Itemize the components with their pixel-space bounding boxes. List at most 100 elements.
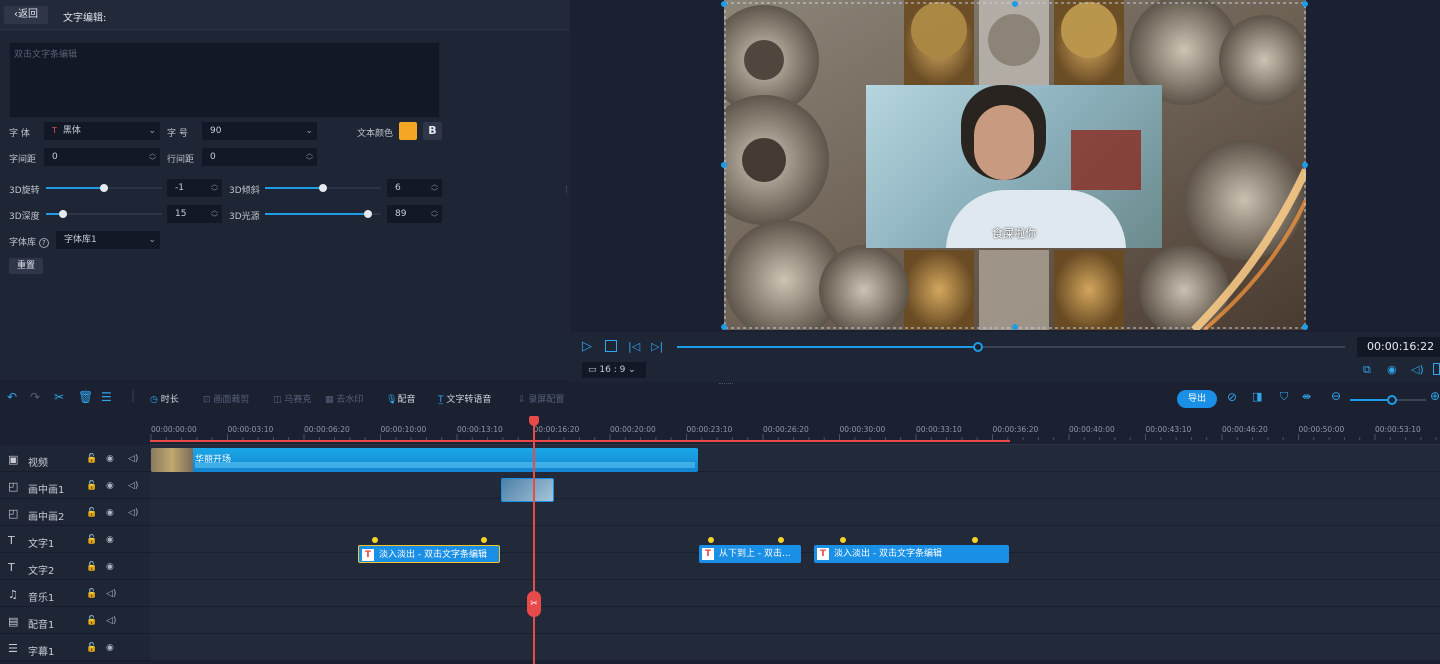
lock-icon[interactable]: 🔓 xyxy=(86,508,97,518)
stepper-icon[interactable]: ︿ ﹀ xyxy=(149,149,156,165)
font-select[interactable]: T 黑体 ⌄ xyxy=(44,122,160,140)
stepper-icon[interactable]: ︿ ﹀ xyxy=(211,180,218,196)
keyframe-marker[interactable] xyxy=(840,537,846,543)
light-input[interactable]: 89 ︿ ﹀ xyxy=(387,205,442,223)
speaker-icon[interactable]: ◁) xyxy=(128,481,138,491)
help-icon[interactable]: ? xyxy=(38,238,49,248)
play-icon[interactable]: ▷ xyxy=(582,339,592,354)
horizontal-splitter[interactable] xyxy=(719,383,733,385)
pip-video-frame[interactable]: 食屎啦你 xyxy=(866,85,1162,248)
zoom-fit-icon[interactable]: ⊘ xyxy=(1227,390,1237,404)
dubbing-button[interactable]: 🎙配音 xyxy=(386,392,415,405)
track-row[interactable] xyxy=(150,499,1440,526)
speaker-icon[interactable]: ◁) xyxy=(128,454,138,464)
text-clip-3[interactable]: T 淡入淡出 - 双击文字条编辑 xyxy=(814,545,1009,563)
rotate-slider[interactable] xyxy=(46,184,162,192)
text-color-swatch[interactable] xyxy=(399,122,417,140)
keyframe-marker[interactable] xyxy=(708,537,714,543)
depth-slider[interactable] xyxy=(46,210,162,218)
keyframe-marker[interactable] xyxy=(372,537,378,543)
crop-button[interactable]: ⊡ 画面裁剪 xyxy=(203,392,249,405)
lock-icon[interactable]: 🔓 xyxy=(86,616,97,626)
reset-button[interactable]: 重置 xyxy=(9,258,43,274)
eye-icon[interactable]: ◉ xyxy=(106,454,114,464)
speaker-icon[interactable]: ◁) xyxy=(128,508,138,518)
lock-icon[interactable]: 🔓 xyxy=(86,535,97,545)
char-spacing-input[interactable]: 0 ︿ ﹀ xyxy=(44,148,160,166)
lock-icon[interactable]: 🔓 xyxy=(86,589,97,599)
resize-handle[interactable] xyxy=(1302,324,1308,330)
speaker-icon[interactable]: ◁) xyxy=(106,589,116,599)
back-button[interactable]: ‹返回 xyxy=(4,6,48,24)
stepper-icon[interactable]: ︿ ﹀ xyxy=(211,206,218,222)
lock-icon[interactable]: 🔓 xyxy=(86,481,97,491)
export-button[interactable]: 导出 xyxy=(1177,390,1217,408)
eye-icon[interactable]: ◉ xyxy=(106,481,114,491)
seek-knob[interactable] xyxy=(972,342,983,352)
line-spacing-input[interactable]: 0 ︿ ﹀ xyxy=(202,148,317,166)
tilt-slider[interactable] xyxy=(265,184,381,192)
aspect-select[interactable]: ▭ 16 : 9 ⌄ xyxy=(582,362,646,378)
marker-icon[interactable]: ⛉ xyxy=(1280,390,1288,404)
stepper-icon[interactable]: ︿ ﹀ xyxy=(431,206,438,222)
resize-handle[interactable] xyxy=(721,1,727,7)
track-row[interactable] xyxy=(150,607,1440,634)
slider-knob[interactable] xyxy=(100,184,108,192)
snapshot-settings-icon[interactable]: ⧉ xyxy=(1363,363,1371,377)
stop-icon[interactable] xyxy=(605,340,617,352)
depth-input[interactable]: 15 ︿ ﹀ xyxy=(167,205,222,223)
next-frame-icon[interactable]: ▷| xyxy=(651,340,663,353)
duration-button[interactable]: ◷ 时长 xyxy=(150,392,179,405)
speaker-icon[interactable]: ◁) xyxy=(106,616,116,626)
bold-button[interactable]: B xyxy=(423,122,442,140)
stepper-icon[interactable]: ︿ ﹀ xyxy=(431,180,438,196)
stepper-icon[interactable]: ︿ ﹀ xyxy=(306,149,313,165)
tilt-input[interactable]: 6 ︿ ﹀ xyxy=(387,179,442,197)
prev-frame-icon[interactable]: |◁ xyxy=(628,340,640,353)
adjust-icon[interactable]: ☰ xyxy=(101,390,112,404)
camera-icon[interactable]: ◉ xyxy=(1387,363,1397,376)
redo-icon[interactable]: ↷ xyxy=(30,390,40,404)
undo-icon[interactable]: ↶ xyxy=(7,390,17,404)
zoom-in-icon[interactable]: ⊕ xyxy=(1430,389,1440,403)
eye-icon[interactable]: ◉ xyxy=(106,643,114,653)
watermark-button[interactable]: ▦ 去水印 xyxy=(325,392,363,405)
eye-icon[interactable]: ◉ xyxy=(106,508,114,518)
split-scissors-icon[interactable]: ✂ xyxy=(527,591,541,617)
resize-handle[interactable] xyxy=(1302,162,1308,168)
resize-handle[interactable] xyxy=(1302,1,1308,7)
keyframe-marker[interactable] xyxy=(778,537,784,543)
resize-handle[interactable] xyxy=(721,162,727,168)
zoom-slider[interactable] xyxy=(1350,395,1426,405)
pip-clip[interactable] xyxy=(501,478,554,502)
slider-knob[interactable] xyxy=(364,210,373,218)
volume-icon[interactable]: ◁) xyxy=(1411,363,1424,376)
eye-icon[interactable]: ◉ xyxy=(106,535,114,545)
mosaic-button[interactable]: ◫ 马赛克 xyxy=(273,392,311,405)
eye-icon[interactable]: ◉ xyxy=(106,562,114,572)
time-ruler[interactable]: 00:00:00:00 00:00:03:10 00:00:06:20 00:00:1… xyxy=(150,416,1440,444)
panel-splitter[interactable] xyxy=(566,186,568,194)
seek-bar[interactable] xyxy=(677,342,1345,352)
video-clip[interactable]: 华丽开场 xyxy=(151,448,698,472)
rotate-input[interactable]: -1 ︿ ﹀ xyxy=(167,179,222,197)
split-view-icon[interactable]: ◨ xyxy=(1252,390,1262,403)
track-row[interactable] xyxy=(150,634,1440,661)
fullscreen-icon[interactable] xyxy=(1433,363,1440,375)
text-clip-2[interactable]: T 从下到上 - 双击... xyxy=(699,545,801,563)
lock-icon[interactable]: 🔓 xyxy=(86,454,97,464)
track-row[interactable] xyxy=(150,580,1440,607)
tts-button[interactable]: T̲ 文字转语音 xyxy=(438,392,491,405)
slider-knob[interactable] xyxy=(319,184,327,192)
lock-icon[interactable]: 🔓 xyxy=(86,643,97,653)
lock-icon[interactable]: 🔓 xyxy=(86,562,97,572)
text-input[interactable]: 双击文字条编辑 xyxy=(9,42,440,118)
resize-handle[interactable] xyxy=(721,324,727,330)
fit-width-icon[interactable]: ⇼ xyxy=(1302,390,1311,403)
text-clip-1[interactable]: T 淡入淡出 - 双击文字条编辑 xyxy=(358,545,500,563)
slider-knob[interactable] xyxy=(59,210,68,218)
light-slider[interactable] xyxy=(265,210,381,218)
zoom-out-icon[interactable]: ⊖ xyxy=(1331,389,1341,403)
record-button[interactable]: ⇩ 录屏配置 xyxy=(518,392,564,405)
track-row[interactable] xyxy=(150,472,1440,499)
